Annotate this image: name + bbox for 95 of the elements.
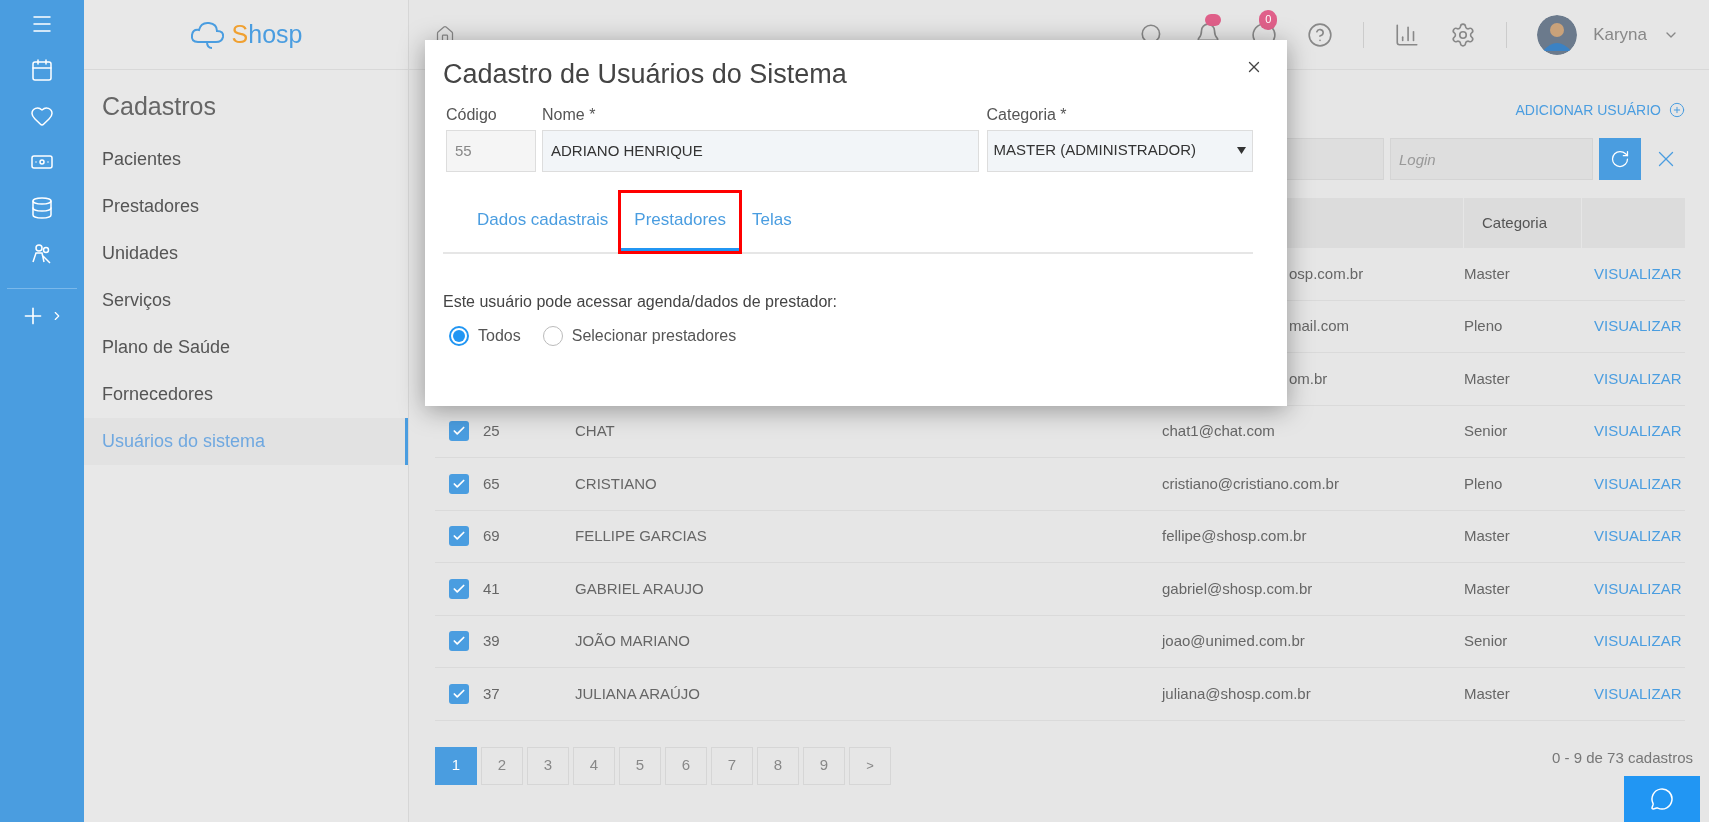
refresh-icon <box>1610 149 1630 169</box>
code-cell: 41 <box>483 579 500 597</box>
email-cell: om.br <box>1289 369 1328 387</box>
email-cell: cristiano@cristiano.com.br <box>1162 474 1339 492</box>
add-user-link[interactable]: ADICIONAR USUÁRIO <box>1515 99 1685 121</box>
column-header: Categoria <box>1464 198 1582 248</box>
sidebar-title: Cadastros <box>101 91 217 122</box>
sidebar-item[interactable]: Unidades <box>84 229 408 277</box>
heart-icon[interactable] <box>30 104 54 128</box>
category-select[interactable]: MASTER (ADMINISTRADOR) <box>986 129 1253 172</box>
view-link[interactable]: VISUALIZAR <box>1594 420 1682 443</box>
logo-text: Shosp <box>231 18 303 50</box>
view-link[interactable]: VISUALIZAR <box>1594 367 1682 390</box>
chat-badge: 0 <box>1259 9 1278 30</box>
user-name[interactable]: Karyna <box>1593 21 1647 48</box>
email-cell: juliana@shosp.com.br <box>1162 684 1311 702</box>
field-label: Categoria * <box>986 104 1068 125</box>
settings-icon[interactable] <box>1450 21 1477 48</box>
sidebar-item[interactable]: Prestadores <box>84 182 408 230</box>
page-button[interactable]: 7 <box>711 746 753 785</box>
page-button[interactable]: 1 <box>435 746 477 785</box>
category-cell: Master <box>1464 527 1510 544</box>
row-checkbox[interactable] <box>449 683 469 704</box>
email-cell: chat1@chat.com <box>1162 422 1275 439</box>
category-cell: Master <box>1464 369 1510 387</box>
page-button[interactable]: 8 <box>757 746 799 785</box>
code-field[interactable]: 55 <box>446 129 536 172</box>
avatar-icon[interactable] <box>1537 14 1578 55</box>
sidebar-item[interactable]: Serviços <box>84 276 408 324</box>
page-button[interactable]: 9 <box>803 746 845 785</box>
category-cell: Pleno <box>1464 474 1503 492</box>
view-link[interactable]: VISUALIZAR <box>1594 630 1682 653</box>
row-checkbox[interactable] <box>449 631 469 652</box>
login-field[interactable]: Login <box>1390 138 1593 180</box>
sidebar-item[interactable]: Fornecedores <box>84 370 408 418</box>
sidebar-item[interactable]: Pacientes <box>84 135 408 183</box>
name-field[interactable]: ADRIANO HENRIQUE <box>542 129 979 172</box>
view-link[interactable]: VISUALIZAR <box>1594 472 1682 495</box>
chat-button[interactable] <box>1624 776 1700 822</box>
name-cell: CRISTIANO <box>575 474 657 492</box>
row-checkbox[interactable] <box>449 578 469 599</box>
modal-tab[interactable]: Prestadores <box>620 191 740 252</box>
code-cell: 39 <box>483 632 500 649</box>
sidebar-item[interactable]: Usuários do sistema <box>84 417 408 465</box>
modal-tab[interactable]: Dados cadastrais <box>469 191 617 252</box>
results-summary: 0 - 9 de 73 cadastros <box>1552 747 1693 768</box>
code-cell: 65 <box>483 474 500 492</box>
page-button[interactable]: 2 <box>481 746 523 785</box>
page-button[interactable]: 6 <box>665 746 707 785</box>
row-checkbox[interactable] <box>449 473 469 494</box>
chat-bubble-icon <box>1650 787 1674 811</box>
email-cell: joao@unimed.com.br <box>1162 632 1305 649</box>
row-checkbox[interactable] <box>449 421 469 442</box>
next-page-button[interactable]: > <box>849 746 891 785</box>
field-label: Código <box>446 104 498 125</box>
add-circle-icon <box>1669 102 1685 118</box>
page-button[interactable]: 4 <box>573 746 615 785</box>
dropdown-caret-icon <box>1237 147 1246 154</box>
radio-option[interactable]: Todos <box>449 323 521 348</box>
name-cell: JULIANA ARAÚJO <box>575 684 701 702</box>
view-link[interactable]: VISUALIZAR <box>1594 577 1682 600</box>
category-cell: Senior <box>1464 632 1508 649</box>
access-prompt: Este usuário pode acessar agenda/dados de prestador: <box>443 291 839 312</box>
code-cell: 25 <box>483 422 500 439</box>
help-icon[interactable] <box>1307 21 1334 48</box>
view-link[interactable]: VISUALIZAR <box>1594 262 1682 285</box>
page-button[interactable]: 5 <box>619 746 661 785</box>
view-link[interactable]: VISUALIZAR <box>1594 525 1682 548</box>
name-cell: JOÃO MARIANO <box>575 632 690 649</box>
code-cell: 69 <box>483 527 500 544</box>
category-cell: Master <box>1464 264 1510 282</box>
name-cell: GABRIEL ARAUJO <box>575 579 704 597</box>
category-cell: Master <box>1464 579 1510 597</box>
modal-tab[interactable]: Telas <box>744 191 800 252</box>
sidebar-item[interactable]: Plano de Saúde <box>84 323 408 371</box>
refresh-button[interactable] <box>1599 138 1641 180</box>
modal-title: Cadastro de Usuários do Sistema <box>443 58 847 91</box>
database-icon[interactable] <box>30 196 54 220</box>
radio-option[interactable]: Selecionar prestadores <box>542 323 737 348</box>
calendar-icon[interactable] <box>30 58 54 82</box>
name-cell: FELLIPE GARCIAS <box>575 527 707 544</box>
category-cell: Pleno <box>1464 317 1503 334</box>
email-cell: mail.com <box>1289 317 1349 334</box>
name-cell: CHAT <box>575 422 615 439</box>
code-cell: 37 <box>483 684 500 702</box>
view-link[interactable]: VISUALIZAR <box>1594 682 1682 705</box>
view-link[interactable]: VISUALIZAR <box>1594 315 1682 338</box>
field-label: Nome * <box>542 104 597 125</box>
category-cell: Master <box>1464 684 1510 702</box>
email-cell: fellipe@shosp.com.br <box>1162 527 1307 544</box>
page-button[interactable]: 3 <box>527 746 569 785</box>
category-cell: Senior <box>1464 422 1508 439</box>
email-cell: osp.com.br <box>1289 264 1364 282</box>
email-cell: gabriel@shosp.com.br <box>1162 579 1313 597</box>
row-checkbox[interactable] <box>449 526 469 547</box>
